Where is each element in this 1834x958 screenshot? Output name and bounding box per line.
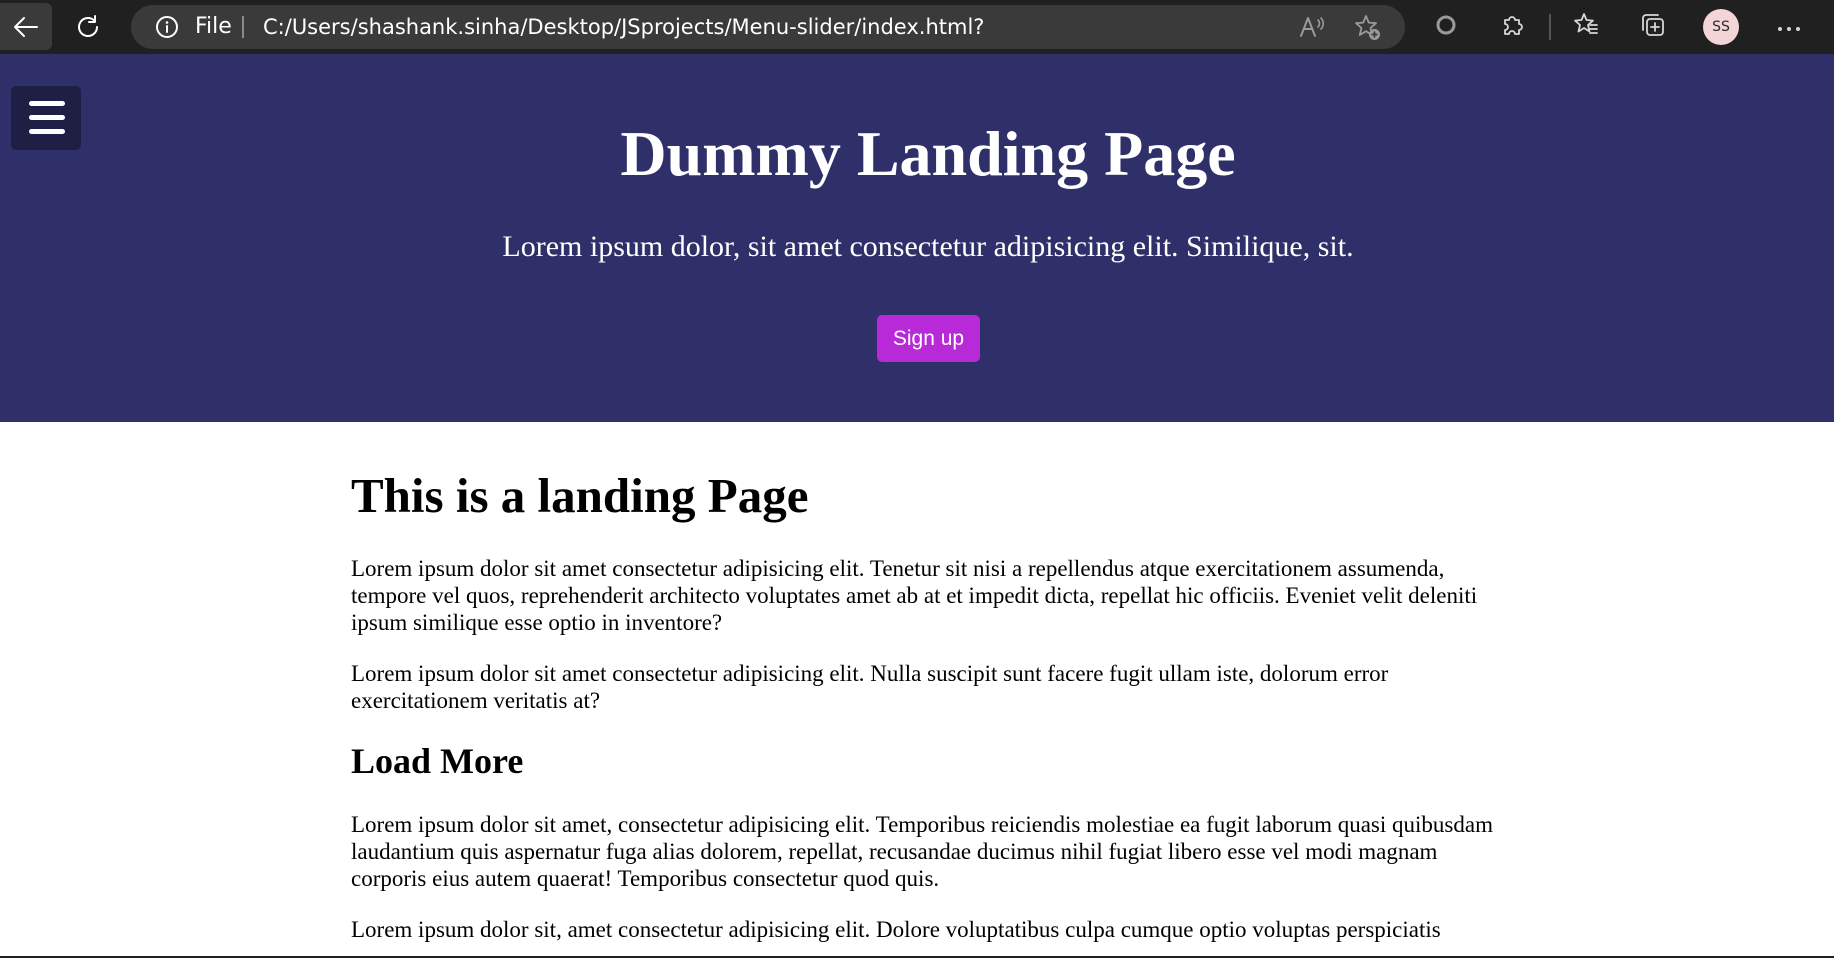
refresh-button[interactable] <box>64 3 112 50</box>
hero-title: Dummy Landing Page <box>620 118 1236 189</box>
address-bar[interactable]: File C:/Users/shashank.sinha/Desktop/JSp… <box>131 5 1405 49</box>
browser-toolbar: File C:/Users/shashank.sinha/Desktop/JSp… <box>0 0 1834 54</box>
profile-button[interactable]: SS <box>1703 9 1739 45</box>
address-divider <box>242 16 244 38</box>
paragraph: Lorem ipsum dolor sit amet, consectetur … <box>351 812 1493 891</box>
more-button[interactable] <box>1771 9 1807 45</box>
signup-button[interactable]: Sign up <box>877 315 980 362</box>
paragraph: Lorem ipsum dolor sit amet consectetur a… <box>351 556 1478 635</box>
circle-button[interactable] <box>1428 9 1464 45</box>
avatar: SS <box>1703 9 1739 45</box>
collections-icon <box>1640 12 1666 42</box>
info-icon[interactable] <box>155 15 179 39</box>
refresh-icon <box>75 14 101 40</box>
paragraph: Lorem ipsum dolor sit amet consectetur a… <box>351 661 1389 713</box>
collections-button[interactable] <box>1635 9 1671 45</box>
arrow-left-icon <box>13 16 39 38</box>
puzzle-icon <box>1500 12 1526 42</box>
main-content: This is a landing Page Lorem ipsum dolor… <box>351 464 1501 943</box>
address-scheme-label[interactable]: File <box>195 5 232 49</box>
read-aloud-icon[interactable] <box>1299 15 1327 39</box>
star-add-icon[interactable] <box>1354 14 1382 42</box>
hero-section: Dummy Landing Page Lorem ipsum dolor, si… <box>0 54 1834 422</box>
paragraph: Lorem ipsum dolor sit, amet consectetur … <box>351 917 1441 942</box>
hamburger-bar <box>29 101 65 106</box>
extensions-button[interactable] <box>1495 9 1531 45</box>
toolbar-divider <box>1549 14 1551 40</box>
back-button[interactable] <box>0 3 52 50</box>
circle-icon <box>1434 13 1458 41</box>
page-viewport: Dummy Landing Page Lorem ipsum dolor, si… <box>0 54 1834 958</box>
load-more-heading: Load More <box>351 741 524 781</box>
page-heading: This is a landing Page <box>351 468 809 523</box>
favorites-button[interactable] <box>1568 9 1604 45</box>
address-url[interactable]: C:/Users/shashank.sinha/Desktop/JSprojec… <box>263 5 984 49</box>
favorites-star-icon <box>1573 12 1599 42</box>
more-dots-icon <box>1777 18 1801 37</box>
hero-subtitle: Lorem ipsum dolor, sit amet consectetur … <box>502 230 1354 263</box>
